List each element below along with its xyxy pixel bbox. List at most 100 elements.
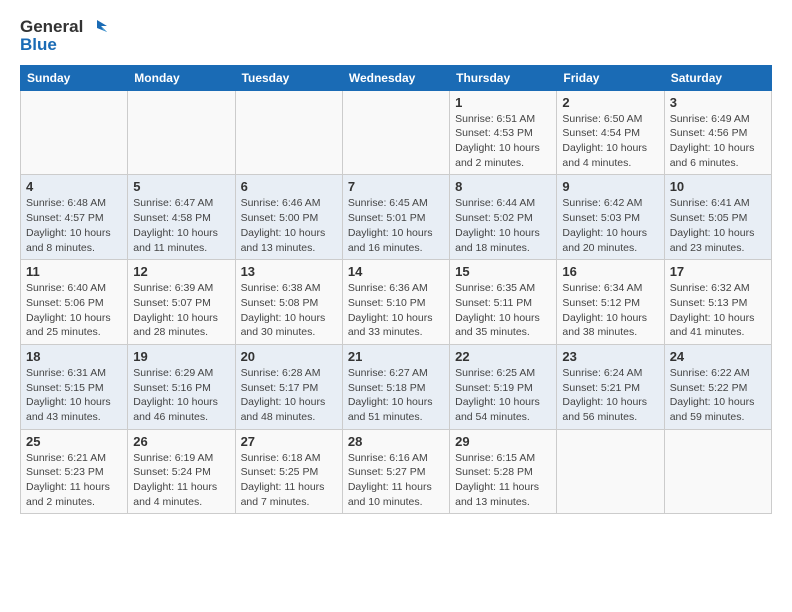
calendar-cell: 26 Sunrise: 6:19 AM Sunset: 5:24 PM Dayli… (128, 429, 235, 514)
day-number: 27 (241, 434, 337, 449)
day-number: 19 (133, 349, 229, 364)
logo-bird-icon (85, 16, 107, 38)
calendar-cell: 17 Sunrise: 6:32 AM Sunset: 5:13 PM Dayli… (664, 260, 771, 345)
calendar-cell: 15 Sunrise: 6:35 AM Sunset: 5:11 PM Dayli… (450, 260, 557, 345)
day-number: 4 (26, 179, 122, 194)
day-info: Sunrise: 6:44 AM Sunset: 5:02 PM Dayligh… (455, 196, 551, 255)
calendar-cell: 2Sunrise: 6:50 AM Sunset: 4:54 PM Daylig… (557, 90, 664, 175)
calendar-cell: 9 Sunrise: 6:42 AM Sunset: 5:03 PM Daylig… (557, 175, 664, 260)
calendar-cell: 7 Sunrise: 6:45 AM Sunset: 5:01 PM Daylig… (342, 175, 449, 260)
day-info: Sunrise: 6:16 AM Sunset: 5:27 PM Dayligh… (348, 451, 444, 510)
calendar-cell: 1Sunrise: 6:51 AM Sunset: 4:53 PM Daylig… (450, 90, 557, 175)
day-number: 3 (670, 95, 766, 110)
week-row-3: 11 Sunrise: 6:40 AM Sunset: 5:06 PM Dayli… (21, 260, 772, 345)
day-header-wednesday: Wednesday (342, 65, 449, 90)
day-number: 24 (670, 349, 766, 364)
calendar-cell: 20 Sunrise: 6:28 AM Sunset: 5:17 PM Dayli… (235, 344, 342, 429)
calendar-cell: 18 Sunrise: 6:31 AM Sunset: 5:15 PM Dayli… (21, 344, 128, 429)
calendar-cell: 6 Sunrise: 6:46 AM Sunset: 5:00 PM Daylig… (235, 175, 342, 260)
day-info: Sunrise: 6:47 AM Sunset: 4:58 PM Dayligh… (133, 196, 229, 255)
day-number: 18 (26, 349, 122, 364)
day-number: 1 (455, 95, 551, 110)
day-number: 8 (455, 179, 551, 194)
calendar-cell (342, 90, 449, 175)
calendar-cell (128, 90, 235, 175)
calendar-cell: 3 Sunrise: 6:49 AM Sunset: 4:56 PM Daylig… (664, 90, 771, 175)
day-number: 13 (241, 264, 337, 279)
day-number: 17 (670, 264, 766, 279)
calendar-cell: 5 Sunrise: 6:47 AM Sunset: 4:58 PM Daylig… (128, 175, 235, 260)
calendar-cell: 29Sunrise: 6:15 AM Sunset: 5:28 PM Dayli… (450, 429, 557, 514)
day-info: Sunrise: 6:40 AM Sunset: 5:06 PM Dayligh… (26, 281, 122, 340)
calendar-cell: 22 Sunrise: 6:25 AM Sunset: 5:19 PM Dayli… (450, 344, 557, 429)
day-info: Sunrise: 6:28 AM Sunset: 5:17 PM Dayligh… (241, 366, 337, 425)
day-info: Sunrise: 6:39 AM Sunset: 5:07 PM Dayligh… (133, 281, 229, 340)
day-header-monday: Monday (128, 65, 235, 90)
day-info: Sunrise: 6:38 AM Sunset: 5:08 PM Dayligh… (241, 281, 337, 340)
day-info: Sunrise: 6:48 AM Sunset: 4:57 PM Dayligh… (26, 196, 122, 255)
calendar-cell: 28 Sunrise: 6:16 AM Sunset: 5:27 PM Dayli… (342, 429, 449, 514)
day-info: Sunrise: 6:29 AM Sunset: 5:16 PM Dayligh… (133, 366, 229, 425)
day-number: 10 (670, 179, 766, 194)
day-number: 11 (26, 264, 122, 279)
day-info: Sunrise: 6:46 AM Sunset: 5:00 PM Dayligh… (241, 196, 337, 255)
logo: General Blue (20, 16, 107, 55)
calendar-cell (21, 90, 128, 175)
day-info: Sunrise: 6:27 AM Sunset: 5:18 PM Dayligh… (348, 366, 444, 425)
day-info: Sunrise: 6:25 AM Sunset: 5:19 PM Dayligh… (455, 366, 551, 425)
day-info: Sunrise: 6:45 AM Sunset: 5:01 PM Dayligh… (348, 196, 444, 255)
day-number: 6 (241, 179, 337, 194)
day-info: Sunrise: 6:31 AM Sunset: 5:15 PM Dayligh… (26, 366, 122, 425)
day-info: Sunrise: 6:49 AM Sunset: 4:56 PM Dayligh… (670, 112, 766, 171)
day-number: 5 (133, 179, 229, 194)
calendar-cell: 24 Sunrise: 6:22 AM Sunset: 5:22 PM Dayli… (664, 344, 771, 429)
day-info: Sunrise: 6:42 AM Sunset: 5:03 PM Dayligh… (562, 196, 658, 255)
day-number: 7 (348, 179, 444, 194)
days-header-row: SundayMondayTuesdayWednesdayThursdayFrid… (21, 65, 772, 90)
day-info: Sunrise: 6:24 AM Sunset: 5:21 PM Dayligh… (562, 366, 658, 425)
day-info: Sunrise: 6:41 AM Sunset: 5:05 PM Dayligh… (670, 196, 766, 255)
day-info: Sunrise: 6:50 AM Sunset: 4:54 PM Dayligh… (562, 112, 658, 171)
week-row-5: 25Sunrise: 6:21 AM Sunset: 5:23 PM Dayli… (21, 429, 772, 514)
calendar-cell: 13 Sunrise: 6:38 AM Sunset: 5:08 PM Dayli… (235, 260, 342, 345)
calendar-cell (664, 429, 771, 514)
day-number: 28 (348, 434, 444, 449)
day-number: 9 (562, 179, 658, 194)
logo-general-text: General (20, 18, 83, 37)
calendar-cell: 16 Sunrise: 6:34 AM Sunset: 5:12 PM Dayli… (557, 260, 664, 345)
day-number: 22 (455, 349, 551, 364)
calendar-cell (235, 90, 342, 175)
logo-blue-text: Blue (20, 36, 57, 55)
day-number: 23 (562, 349, 658, 364)
day-info: Sunrise: 6:19 AM Sunset: 5:24 PM Dayligh… (133, 451, 229, 510)
calendar-cell: 14 Sunrise: 6:36 AM Sunset: 5:10 PM Dayli… (342, 260, 449, 345)
day-number: 15 (455, 264, 551, 279)
day-number: 14 (348, 264, 444, 279)
day-number: 12 (133, 264, 229, 279)
header: General Blue (20, 16, 772, 55)
calendar-cell: 21Sunrise: 6:27 AM Sunset: 5:18 PM Dayli… (342, 344, 449, 429)
calendar-cell: 19 Sunrise: 6:29 AM Sunset: 5:16 PM Dayli… (128, 344, 235, 429)
day-header-sunday: Sunday (21, 65, 128, 90)
day-info: Sunrise: 6:35 AM Sunset: 5:11 PM Dayligh… (455, 281, 551, 340)
calendar-cell (557, 429, 664, 514)
week-row-2: 4 Sunrise: 6:48 AM Sunset: 4:57 PM Daylig… (21, 175, 772, 260)
day-number: 25 (26, 434, 122, 449)
calendar-table: SundayMondayTuesdayWednesdayThursdayFrid… (20, 65, 772, 515)
day-info: Sunrise: 6:34 AM Sunset: 5:12 PM Dayligh… (562, 281, 658, 340)
calendar-cell: 12 Sunrise: 6:39 AM Sunset: 5:07 PM Dayli… (128, 260, 235, 345)
calendar-cell: 4 Sunrise: 6:48 AM Sunset: 4:57 PM Daylig… (21, 175, 128, 260)
week-row-1: 1Sunrise: 6:51 AM Sunset: 4:53 PM Daylig… (21, 90, 772, 175)
week-row-4: 18 Sunrise: 6:31 AM Sunset: 5:15 PM Dayli… (21, 344, 772, 429)
day-info: Sunrise: 6:32 AM Sunset: 5:13 PM Dayligh… (670, 281, 766, 340)
logo-container: General Blue (20, 16, 107, 55)
day-number: 16 (562, 264, 658, 279)
calendar-cell: 23 Sunrise: 6:24 AM Sunset: 5:21 PM Dayli… (557, 344, 664, 429)
calendar-cell: 11 Sunrise: 6:40 AM Sunset: 5:06 PM Dayli… (21, 260, 128, 345)
day-header-friday: Friday (557, 65, 664, 90)
day-number: 26 (133, 434, 229, 449)
day-header-saturday: Saturday (664, 65, 771, 90)
day-number: 20 (241, 349, 337, 364)
day-info: Sunrise: 6:22 AM Sunset: 5:22 PM Dayligh… (670, 366, 766, 425)
day-info: Sunrise: 6:36 AM Sunset: 5:10 PM Dayligh… (348, 281, 444, 340)
